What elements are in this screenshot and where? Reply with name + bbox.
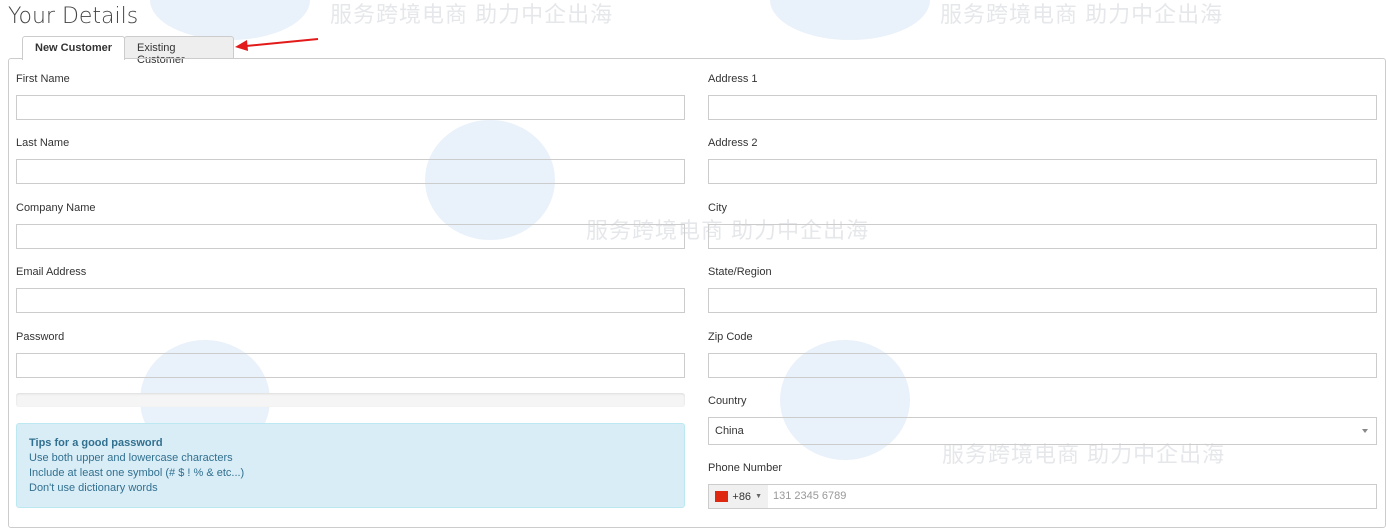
state-input[interactable]	[708, 288, 1377, 313]
phone-label: Phone Number	[708, 462, 782, 474]
last-name-input[interactable]	[16, 159, 685, 184]
state-label: State/Region	[708, 266, 772, 278]
zip-label: Zip Code	[708, 331, 753, 343]
address1-label: Address 1	[708, 73, 758, 85]
tab-existing-customer[interactable]: Existing Customer	[124, 36, 234, 66]
china-flag-icon	[715, 491, 729, 502]
email-input[interactable]	[16, 288, 685, 313]
tip-item: Don't use dictionary words	[29, 482, 158, 494]
phone-input-group: +86 ▼ 131 2345 6789	[708, 484, 1377, 509]
tip-item: Include at least one symbol (# $ ! % & e…	[29, 467, 245, 479]
email-label: Email Address	[16, 266, 87, 278]
page-title: Your Details	[8, 4, 139, 29]
caret-down-icon: ▼	[755, 493, 762, 500]
last-name-label: Last Name	[16, 137, 70, 149]
country-code-dropdown[interactable]: +86 ▼	[709, 485, 768, 508]
address2-label: Address 2	[708, 137, 758, 149]
watermark-logo	[770, 0, 930, 40]
first-name-label: First Name	[16, 73, 70, 85]
watermark-text: 服务跨境电商 助力中企出海	[940, 2, 1224, 27]
watermark-logo	[150, 0, 310, 40]
country-code: +86	[732, 490, 752, 503]
address1-input[interactable]	[708, 95, 1377, 120]
watermark-text: 服务跨境电商 助力中企出海	[330, 2, 614, 27]
zip-input[interactable]	[708, 353, 1377, 378]
tab-new-customer[interactable]: New Customer	[22, 36, 126, 60]
city-label: City	[708, 202, 727, 214]
chevron-down-icon	[1362, 429, 1368, 436]
tip-item: Use both upper and lowercase characters	[29, 452, 233, 464]
password-tips-alert: Tips for a good password Use both upper …	[16, 423, 685, 508]
tips-title: Tips for a good password	[29, 437, 163, 449]
country-select[interactable]: China	[708, 417, 1377, 445]
company-name-input[interactable]	[16, 224, 685, 249]
address2-input[interactable]	[708, 159, 1377, 184]
country-value: China	[715, 425, 744, 437]
company-name-label: Company Name	[16, 202, 96, 214]
phone-placeholder[interactable]: 131 2345 6789	[773, 490, 846, 502]
password-input[interactable]	[16, 353, 685, 378]
country-label: Country	[708, 395, 747, 407]
password-strength-bar	[16, 393, 685, 407]
first-name-input[interactable]	[16, 95, 685, 120]
city-input[interactable]	[708, 224, 1377, 249]
password-label: Password	[16, 331, 65, 343]
red-arrow-annotation	[235, 38, 319, 51]
